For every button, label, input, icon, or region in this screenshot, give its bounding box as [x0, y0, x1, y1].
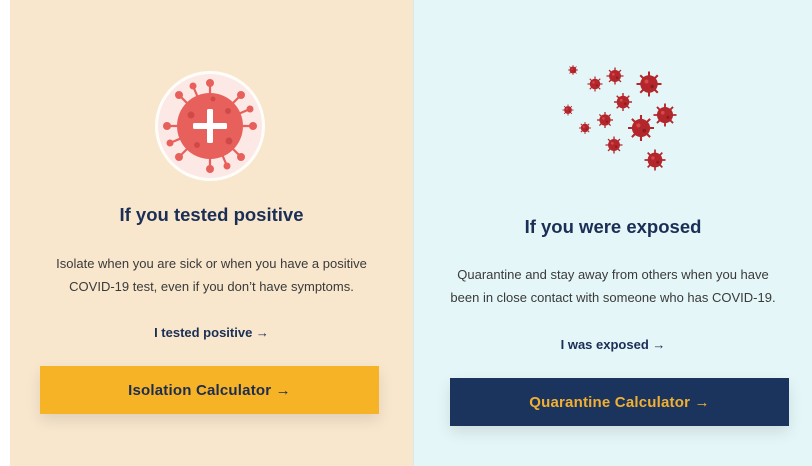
positive-heading: If you tested positive: [119, 204, 304, 225]
virus-plus-icon: [155, 71, 265, 181]
positive-heading-wrap: If you tested positive: [10, 204, 413, 226]
exposed-heading-wrap: If you were exposed: [414, 216, 812, 238]
tested-positive-link[interactable]: I tested positive →: [154, 325, 269, 340]
isolation-calculator-button[interactable]: Isolation Calculator →: [40, 366, 379, 414]
positive-description-line2: COVID-19 test, even if you don’t have sy…: [69, 279, 354, 294]
positive-link-wrap: I tested positive →: [10, 324, 413, 342]
exposed-card: If you were exposed Quarantine and stay …: [413, 0, 812, 466]
positive-card: If you tested positive Isolate when you …: [10, 0, 413, 466]
virus-cluster-icon: [562, 64, 678, 172]
positive-description: Isolate when you are sick or when you ha…: [10, 252, 413, 298]
was-exposed-link[interactable]: I was exposed →: [561, 337, 666, 352]
exposed-description: Quarantine and stay away from others whe…: [414, 263, 812, 309]
exposed-description-line2: been in close contact with someone who h…: [450, 290, 776, 305]
positive-description-line1: Isolate when you are sick or when you ha…: [56, 256, 367, 271]
exposed-link-wrap: I was exposed →: [414, 336, 812, 354]
quarantine-calculator-button[interactable]: Quarantine Calculator →: [450, 378, 789, 426]
exposed-description-line1: Quarantine and stay away from others whe…: [457, 267, 769, 282]
exposed-heading: If you were exposed: [524, 216, 702, 237]
